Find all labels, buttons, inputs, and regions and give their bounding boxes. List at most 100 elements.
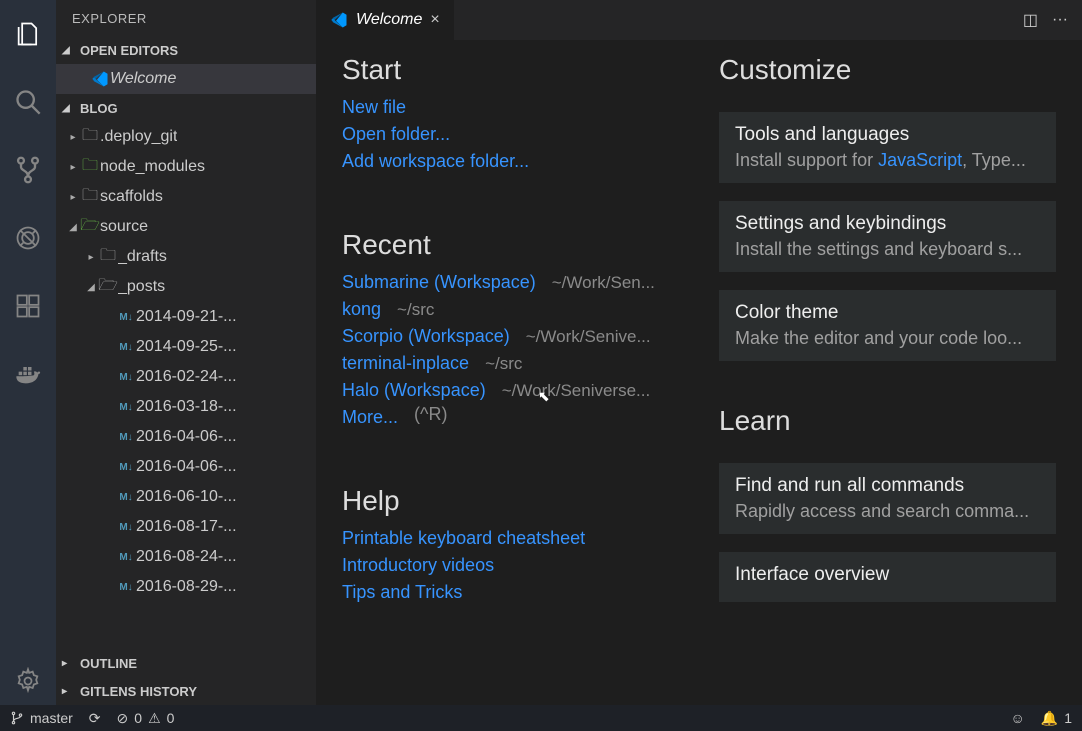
chevron-right-icon: ▸ [62, 686, 76, 697]
recent-item[interactable]: Halo (Workspace) [342, 377, 486, 404]
card-title: Color theme [735, 302, 1040, 324]
markdown-icon: M↓ [116, 372, 136, 383]
chevron-right-icon: ▸ [66, 192, 80, 203]
markdown-icon: M↓ [116, 402, 136, 413]
card-settings-keybindings[interactable]: Settings and keybindings Install the set… [719, 201, 1056, 272]
recent-section: Recent Submarine (Workspace) ~/Work/Sen..… [342, 229, 679, 431]
folder-row[interactable]: ◢ 🗁 source [56, 212, 316, 242]
file-row[interactable]: M↓2016-04-06-... [56, 422, 316, 452]
learn-heading: Learn [719, 405, 1056, 437]
recent-more-link[interactable]: More... [342, 404, 398, 431]
card-tools-languages[interactable]: Tools and languages Install support for … [719, 112, 1056, 183]
docker-icon[interactable] [4, 350, 52, 398]
file-row[interactable]: M↓2016-02-24-... [56, 362, 316, 392]
folder-icon: 🗀 [80, 154, 100, 181]
recent-item[interactable]: Scorpio (Workspace) [342, 323, 510, 350]
folder-row[interactable]: ▸ 🗀 .deploy_git [56, 122, 316, 152]
help-tips-link[interactable]: Tips and Tricks [342, 579, 679, 606]
tab-bar: Welcome × ◫ ··· [316, 0, 1082, 40]
more-actions-icon[interactable]: ··· [1052, 11, 1068, 29]
close-icon[interactable]: × [430, 11, 439, 29]
file-row[interactable]: M↓2016-06-10-... [56, 482, 316, 512]
bell-icon: 🔔 [1041, 710, 1058, 727]
markdown-icon: M↓ [116, 312, 136, 323]
feedback-status[interactable]: ☺ [1010, 710, 1024, 726]
file-tree: ▸ 🗀 .deploy_git ▸ 🗀 node_modules ▸ 🗀 sca… [56, 122, 316, 649]
vscode-logo-icon [90, 70, 110, 88]
recent-path: ~/Work/Seniverse... [502, 378, 651, 404]
folder-row[interactable]: ◢ 🗁 _posts [56, 272, 316, 302]
sync-icon: ⟳ [89, 710, 101, 727]
chevron-down-icon: ◢ [84, 282, 98, 293]
markdown-icon: M↓ [116, 582, 136, 593]
workspace-header[interactable]: ◢ BLOG [56, 94, 316, 122]
file-row[interactable]: M↓2016-04-06-... [56, 452, 316, 482]
start-section: Start New file Open folder... Add worksp… [342, 54, 679, 175]
recent-heading: Recent [342, 229, 679, 261]
explorer-icon[interactable] [4, 10, 52, 58]
card-find-commands[interactable]: Find and run all commands Rapidly access… [719, 463, 1056, 534]
help-videos-link[interactable]: Introductory videos [342, 552, 679, 579]
sidebar-title: EXPLORER [56, 0, 316, 36]
recent-path: ~/Work/Sen... [552, 270, 655, 296]
git-branch-icon [10, 711, 24, 725]
help-heading: Help [342, 485, 679, 517]
card-interface-overview[interactable]: Interface overview [719, 552, 1056, 602]
recent-item[interactable]: terminal-inplace [342, 350, 469, 377]
split-editor-icon[interactable]: ◫ [1023, 10, 1038, 30]
file-row[interactable]: M↓2016-08-24-... [56, 542, 316, 572]
new-file-link[interactable]: New file [342, 94, 679, 121]
recent-item[interactable]: kong [342, 296, 381, 323]
notifications-status[interactable]: 🔔1 [1041, 710, 1072, 727]
help-cheatsheet-link[interactable]: Printable keyboard cheatsheet [342, 525, 679, 552]
file-row[interactable]: M↓2014-09-25-... [56, 332, 316, 362]
card-color-theme[interactable]: Color theme Make the editor and your cod… [719, 290, 1056, 361]
outline-header[interactable]: ▸ OUTLINE [56, 649, 316, 677]
search-icon[interactable] [4, 78, 52, 126]
card-title: Tools and languages [735, 124, 1040, 146]
start-heading: Start [342, 54, 679, 86]
debug-icon[interactable] [4, 214, 52, 262]
folder-icon: 🗀 [80, 184, 100, 211]
markdown-icon: M↓ [116, 342, 136, 353]
folder-row[interactable]: ▸ 🗀 _drafts [56, 242, 316, 272]
file-row[interactable]: M↓2016-08-17-... [56, 512, 316, 542]
gitlens-history-header[interactable]: ▸ GITLENS HISTORY [56, 677, 316, 705]
chevron-down-icon: ◢ [62, 103, 76, 114]
open-folder-link[interactable]: Open folder... [342, 121, 679, 148]
vscode-logo-icon [330, 11, 348, 29]
open-editors-header[interactable]: ◢ OPEN EDITORS [56, 36, 316, 64]
extensions-icon[interactable] [4, 282, 52, 330]
open-editor-item[interactable]: Welcome [56, 64, 316, 94]
chevron-right-icon: ▸ [66, 132, 80, 143]
problems-status[interactable]: ⊘0 ⚠0 [117, 710, 175, 727]
settings-gear-icon[interactable] [4, 657, 52, 705]
add-workspace-link[interactable]: Add workspace folder... [342, 148, 679, 175]
chevron-down-icon: ◢ [62, 45, 76, 56]
help-section: Help Printable keyboard cheatsheet Intro… [342, 485, 679, 606]
explorer-sidebar: EXPLORER ◢ OPEN EDITORS Welcome ◢ BLOG ▸… [56, 0, 316, 705]
folder-icon: 🗀 [98, 244, 118, 271]
card-title: Settings and keybindings [735, 213, 1040, 235]
chevron-right-icon: ▸ [62, 658, 76, 669]
recent-item[interactable]: Submarine (Workspace) [342, 269, 536, 296]
source-control-icon[interactable] [4, 146, 52, 194]
error-icon: ⊘ [117, 710, 129, 727]
git-branch-status[interactable]: master [10, 710, 73, 726]
folder-row[interactable]: ▸ 🗀 node_modules [56, 152, 316, 182]
markdown-icon: M↓ [116, 492, 136, 503]
file-row[interactable]: M↓2014-09-21-... [56, 302, 316, 332]
folder-open-icon: 🗁 [80, 214, 100, 241]
activity-bar [0, 0, 56, 705]
recent-more-hint: (^R) [414, 404, 447, 431]
sync-status[interactable]: ⟳ [89, 710, 101, 727]
markdown-icon: M↓ [116, 552, 136, 563]
tab-welcome[interactable]: Welcome × [316, 0, 454, 40]
editor-area: Welcome × ◫ ··· Start New file Open fold… [316, 0, 1082, 705]
folder-row[interactable]: ▸ 🗀 scaffolds [56, 182, 316, 212]
chevron-down-icon: ◢ [66, 222, 80, 233]
markdown-icon: M↓ [116, 462, 136, 473]
tab-title: Welcome [356, 11, 422, 29]
file-row[interactable]: M↓2016-03-18-... [56, 392, 316, 422]
file-row[interactable]: M↓2016-08-29-... [56, 572, 316, 602]
